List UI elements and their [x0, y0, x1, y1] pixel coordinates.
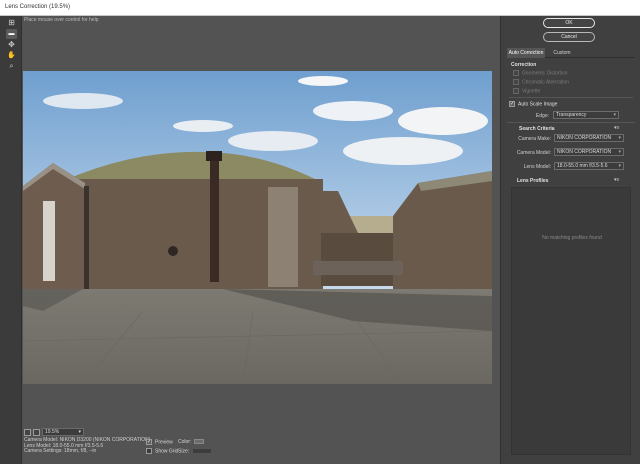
camera-make-value: NIKON CORPORATION [557, 135, 612, 141]
tab-custom[interactable]: Custom [547, 48, 577, 58]
camera-info: Camera Model: NIKON D3200 (NIKON CORPORA… [24, 437, 150, 455]
preview-stage: 19.5% ▾ Camera Model: NIKON D3200 (NIKON … [22, 16, 500, 464]
profiles-menu-icon[interactable]: ▾≡ [614, 177, 619, 183]
chromatic-aberration-checkbox[interactable] [513, 79, 519, 85]
auto-scale-checkbox[interactable]: ✓ [509, 101, 515, 107]
geometric-distortion-option: Geometric Distortion [513, 70, 568, 76]
chevron-down-icon: ▾ [618, 149, 621, 155]
show-grid-checkbox[interactable] [146, 448, 152, 454]
show-grid-label: Show Grid [155, 448, 179, 455]
divider [507, 122, 635, 123]
move-grid-tool-icon[interactable]: ✥ [6, 40, 17, 50]
remove-distortion-tool-icon[interactable]: ⊞ [6, 18, 17, 28]
auto-scale-label: Auto Scale Image [518, 101, 558, 108]
zoom-out-icon[interactable] [24, 429, 31, 436]
auto-scale-option: ✓ Auto Scale Image [509, 101, 557, 107]
grid-size-select[interactable] [192, 448, 213, 454]
chromatic-aberration-option: Chromatic Aberration [513, 79, 569, 85]
vignette-checkbox[interactable] [513, 88, 519, 94]
lens-model-label: Lens Model: [523, 164, 551, 170]
hand-tool-icon[interactable]: ✋ [6, 51, 17, 61]
grid-color-swatch[interactable] [194, 439, 205, 445]
divider [509, 97, 633, 98]
grid-color-label: Color: [178, 439, 192, 445]
camera-model-label: Camera Model: [516, 150, 551, 156]
lens-model-value: 18.0-55.0 mm f/3.5-5.6 [557, 163, 608, 169]
cancel-button[interactable]: Cancel [543, 32, 595, 42]
search-criteria-heading: Search Criteria [519, 126, 555, 132]
preview-label: Preview [155, 439, 173, 446]
correction-heading: Correction [511, 62, 537, 68]
grid-size-option: Size: [178, 448, 213, 455]
edge-value: Transparency [556, 112, 587, 118]
camera-model-value: NIKON CORPORATION [557, 149, 612, 155]
help-hint: Place mouse over control for help [24, 17, 99, 23]
geometric-distortion-label: Geometric Distortion [522, 70, 568, 77]
edge-label: Edge: [535, 113, 549, 119]
geometric-distortion-checkbox[interactable] [513, 70, 519, 76]
vignette-option: Vignette [513, 88, 540, 94]
lens-model-select[interactable]: 18.0-55.0 mm f/3.5-5.6 ▾ [554, 162, 624, 170]
toolbox: ⊞ ▬ ✥ ✋ ⌕ [0, 16, 22, 464]
title-bar: Lens Correction (19.5%) [0, 0, 640, 16]
vignette-label: Vignette [522, 88, 541, 95]
grid-size-label: Size: [178, 448, 190, 455]
chevron-down-icon: ▾ [618, 135, 621, 141]
zoom-level-value: 19.5% [45, 429, 60, 435]
lens-profiles-heading: Lens Profiles [517, 178, 549, 184]
window-title: Lens Correction (19.5%) [5, 4, 71, 10]
chevron-down-icon: ▾ [613, 112, 616, 118]
chevron-down-icon: ▾ [618, 163, 621, 169]
preview-image[interactable] [23, 71, 492, 384]
lens-profiles-list[interactable]: No matching profiles found [511, 187, 631, 455]
chromatic-aberration-label: Chromatic Aberration [522, 79, 569, 86]
show-grid-option: Show Grid [146, 448, 178, 454]
auto-tool-icon[interactable]: ▬ [6, 29, 17, 39]
camera-make-select[interactable]: NIKON CORPORATION ▾ [554, 134, 624, 142]
tab-bar: Auto Correction Custom [507, 48, 635, 58]
camera-model-select[interactable]: NIKON CORPORATION ▾ [554, 148, 624, 156]
search-menu-icon[interactable]: ▾≡ [614, 125, 619, 131]
no-profiles-message: No matching profiles found [542, 235, 602, 241]
chevron-down-icon: ▾ [78, 429, 81, 435]
preview-checkbox[interactable]: ✓ [146, 439, 152, 445]
tab-auto-correction[interactable]: Auto Correction [507, 48, 545, 58]
camera-make-label: Camera Make: [518, 136, 551, 142]
preview-option: ✓ Preview [146, 439, 173, 445]
zoom-level-select[interactable]: 19.5% ▾ [42, 428, 84, 436]
edge-select[interactable]: Transparency ▾ [553, 111, 619, 119]
settings-panel: OK Cancel Auto Correction Custom Correct… [500, 16, 640, 464]
ok-button[interactable]: OK [543, 18, 595, 28]
zoom-tool-icon[interactable]: ⌕ [6, 62, 17, 72]
grid-color-option: Color: [178, 439, 205, 445]
camera-settings-info: Camera Settings: 18mm, f/8, --in [24, 448, 97, 454]
zoom-in-icon[interactable] [33, 429, 40, 436]
